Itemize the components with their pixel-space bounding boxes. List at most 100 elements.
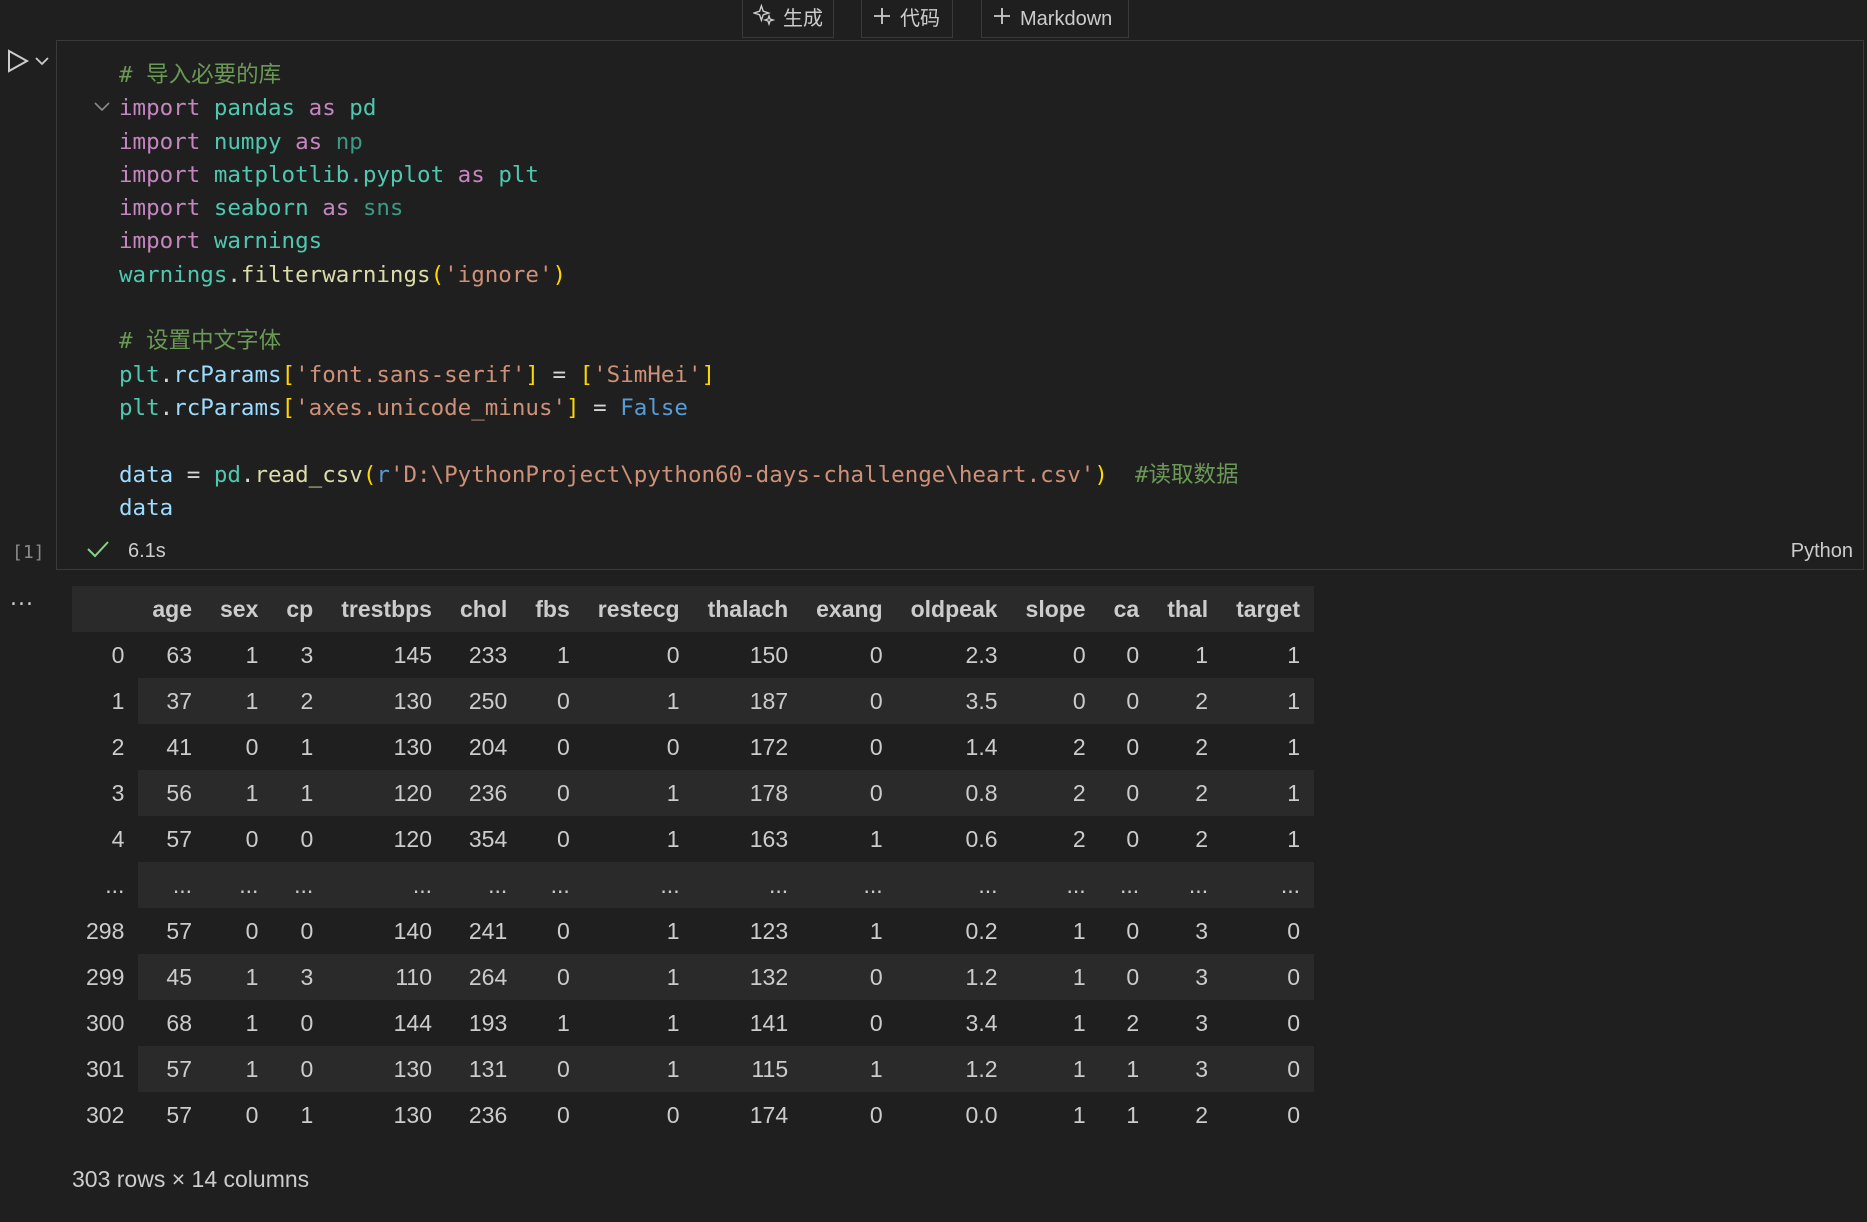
table-cell: 0 [1287,917,1300,944]
table-row: 301 57 1 0 130 131 0 1 115 1 1.2 1 1 3 0 [72,1046,1314,1092]
table-cell: 172 [749,733,789,760]
table-cell: 0 [1222,954,1314,1000]
table-cell: 233 [468,641,508,668]
table-cell: 1 [1287,641,1300,668]
table-cell: 0 [1126,917,1140,944]
table-cell: 0 [1072,641,1086,668]
table-cell: 57 [166,1101,193,1128]
table-cell: 193 [468,1009,508,1036]
table-cell: 0 [869,641,883,668]
table-cell: 141 [749,1009,789,1036]
table-cell: ... [1153,862,1223,908]
sparkle-icon [751,0,776,38]
table-cell: 0 [1287,1101,1300,1128]
add-markdown-button[interactable]: Markdown [981,0,1129,38]
table-cell: 264 [445,954,522,1000]
table-cell: 236 [468,1101,508,1128]
table-cell: 2 [1195,733,1209,760]
table-cell: 0 [1099,954,1154,1000]
table-cell: 0 [666,1101,680,1128]
table-cell: 1 [1072,917,1086,944]
chevron-down-icon[interactable] [34,52,50,71]
fold-chevron-icon[interactable] [93,97,111,118]
table-cell: 63 [166,641,193,668]
table-cell: 130 [327,1046,446,1092]
table-cell: 2 [1153,678,1223,724]
table-cell: ... [1222,862,1314,908]
table-cell: ... [272,862,328,908]
code-line: plt.rcParams['axes.unicode_minus'] = Fal… [119,394,688,421]
row-index: 3 [111,779,125,806]
code-line: import numpy as np [119,128,363,155]
table-cell: 45 [138,954,207,1000]
table-cell: 0 [521,678,584,724]
row-index: 302 [86,1101,125,1128]
generate-button[interactable]: 生成 [742,0,834,38]
table-row: 4 57 0 0 120 354 0 1 163 1 0.6 2 0 2 1 [72,816,1314,862]
table-cell: 2 [1195,825,1209,852]
table-cell: 2 [1195,1101,1209,1128]
table-cell: 3 [1153,1046,1223,1092]
dataframe-table: age sex cp trestbps chol fbs restecg thalach exa… [72,586,1314,1138]
column-header: chol [445,586,522,632]
table-cell: ... [327,862,446,908]
table-cell: 41 [166,733,193,760]
row-index: 0 [111,641,125,668]
table-cell: 57 [166,917,193,944]
table-cell: 130 [327,678,446,724]
table-cell: 110 [327,954,446,1000]
table-cell: 57 [138,1046,207,1092]
table-cell: 1 [869,917,883,944]
table-cell: 0 [869,733,883,760]
table-cell: 0 [666,641,680,668]
table-cell: 2 [1072,733,1086,760]
row-index: 2 [111,733,125,760]
table-cell: 1 [666,825,680,852]
table-cell: 0 [300,917,314,944]
column-header: age [138,586,207,632]
column-header: thalach [693,586,803,632]
table-row: 1 37 1 2 130 250 0 1 187 0 3.5 0 0 2 1 [72,678,1314,724]
add-code-label: 代码 [900,7,940,30]
table-cell: 0 [521,954,584,1000]
table-cell: 0 [556,917,570,944]
code-line: data [119,494,174,521]
language-selector[interactable]: Python [1791,540,1853,563]
code-editor[interactable]: # 导入必要的库 import pandas as pd import nump… [119,59,1239,525]
table-cell: 1 [1099,1046,1154,1092]
table-cell: 1 [802,1046,897,1092]
table-cell: 178 [693,770,803,816]
table-cell: 0 [802,770,897,816]
table-row: 299 45 1 3 110 264 0 1 132 0 1.2 1 0 3 0 [72,954,1314,1000]
table-cell: 1 [869,825,883,852]
table-cell: 1 [1011,1046,1100,1092]
add-code-button[interactable]: 代码 [861,0,953,38]
column-header: slope [1011,586,1100,632]
table-cell: 0.2 [965,917,998,944]
table-cell: 1 [666,1009,680,1036]
table-cell: 0 [869,1101,883,1128]
table-cell: 1 [556,1009,570,1036]
code-line: import seaborn as sns [119,195,404,222]
code-line: plt.rcParams['font.sans-serif'] = ['SimH… [119,361,716,388]
table-cell: 1 [1126,1101,1140,1128]
table-cell: 236 [445,770,522,816]
table-cell: 1 [206,954,273,1000]
column-header: sex [206,586,273,632]
table-cell: 3 [1195,1009,1209,1036]
table-cell: 0.8 [896,770,1012,816]
table-cell: 2 [1011,770,1100,816]
table-cell: 56 [138,770,207,816]
plus-icon [992,0,1012,38]
code-cell[interactable]: # 导入必要的库 import pandas as pd import nump… [56,40,1864,570]
table-cell: 57 [166,825,193,852]
table-cell: 0 [1126,733,1140,760]
table-cell: 0 [245,917,259,944]
run-cell-icon[interactable] [6,48,30,78]
table-cell: 120 [393,825,432,852]
table-cell: 37 [138,678,207,724]
table-cell: 1 [206,1046,273,1092]
add-markdown-label: Markdown [1020,7,1113,30]
output-more-icon[interactable]: ... [10,586,34,611]
table-cell: 0 [869,1009,883,1036]
